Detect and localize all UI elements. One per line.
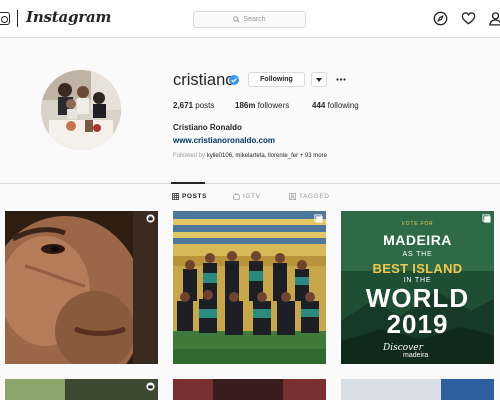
madeira-brand-subtext: madeira — [403, 352, 429, 359]
madeira-line-6: 2019 — [386, 309, 449, 339]
igtv-badge-icon — [146, 382, 155, 391]
followers-stat[interactable]: 186m followers — [235, 101, 289, 110]
more-options-button[interactable] — [336, 74, 346, 84]
post-thumbnail[interactable] — [5, 211, 158, 364]
tabs-divider — [0, 183, 500, 184]
following-label: following — [327, 101, 359, 110]
search-placeholder: Search — [243, 16, 266, 23]
followers-label: followers — [257, 101, 290, 110]
grid-icon — [172, 193, 179, 200]
instagram-wordmark[interactable]: Instagram — [26, 8, 111, 26]
profile-avatar — [41, 70, 121, 150]
post-image-row2-2 — [173, 379, 326, 400]
user-icon[interactable] — [488, 11, 500, 26]
post-image-row2-1 — [5, 379, 158, 400]
followed-by-names: kylie0106, mikelarteta, llorente_fer — [206, 153, 299, 159]
post-thumbnail[interactable] — [341, 379, 494, 400]
madeira-vote-text: VOTE FOR — [401, 221, 434, 227]
following-count: 444 — [312, 101, 326, 110]
following-button[interactable]: Following — [248, 72, 305, 87]
post-image-team — [173, 211, 326, 364]
ellipsis-icon — [336, 77, 346, 81]
profile-website-link[interactable]: www.cristianoronaldo.com — [173, 136, 275, 145]
followed-by-text[interactable]: Followed by kylie0106, mikelarteta, llor… — [173, 153, 327, 159]
post-image-face — [5, 211, 158, 364]
post-thumbnail[interactable]: VOTE FOR MADEIRA AS THE BEST ISLAND IN T… — [341, 211, 494, 364]
heart-icon[interactable] — [461, 11, 476, 26]
top-navigation-bar: Instagram Search — [0, 0, 500, 38]
tag-icon — [289, 193, 296, 200]
posts-label: posts — [195, 101, 215, 110]
madeira-line-2: AS THE — [402, 251, 433, 258]
followers-count: 186m — [235, 101, 256, 110]
instagram-glyph-icon[interactable] — [0, 12, 10, 25]
tab-igtv[interactable]: IGTV — [233, 193, 261, 200]
igtv-badge-icon — [146, 214, 155, 223]
caret-down-icon — [316, 77, 322, 82]
verified-badge-icon — [229, 75, 239, 85]
post-thumbnail[interactable] — [5, 379, 158, 400]
search-input[interactable]: Search — [193, 11, 306, 28]
madeira-promo-text: VOTE FOR MADEIRA AS THE BEST ISLAND IN T… — [341, 211, 494, 364]
posts-stat: 2,671 posts — [173, 101, 214, 110]
tab-tagged[interactable]: TAGGED — [289, 193, 330, 200]
madeira-line-1: MADEIRA — [383, 232, 452, 248]
followed-by-prefix: Followed by — [173, 153, 206, 159]
carousel-badge-icon — [314, 214, 323, 223]
post-thumbnail[interactable] — [173, 379, 326, 400]
igtv-icon — [233, 193, 240, 200]
profile-username: cristiano — [173, 71, 235, 89]
active-tab-indicator — [171, 182, 205, 184]
suggestions-dropdown-button[interactable] — [311, 72, 327, 87]
post-image-row2-3 — [341, 379, 494, 400]
tab-posts-label: POSTS — [182, 193, 208, 200]
logo-divider — [17, 10, 18, 27]
following-stat[interactable]: 444 following — [312, 101, 359, 110]
carousel-badge-icon — [482, 214, 491, 223]
compass-icon[interactable] — [433, 11, 448, 26]
tab-tagged-label: TAGGED — [299, 193, 330, 200]
tab-igtv-label: IGTV — [243, 193, 261, 200]
madeira-line-3: BEST ISLAND — [372, 261, 463, 276]
profile-full-name: Cristiano Ronaldo — [173, 123, 242, 132]
posts-count: 2,671 — [173, 101, 194, 110]
followed-by-more: + 93 more — [299, 153, 327, 159]
search-icon — [233, 16, 241, 23]
tab-posts[interactable]: POSTS — [172, 193, 207, 200]
post-thumbnail[interactable] — [173, 211, 326, 364]
